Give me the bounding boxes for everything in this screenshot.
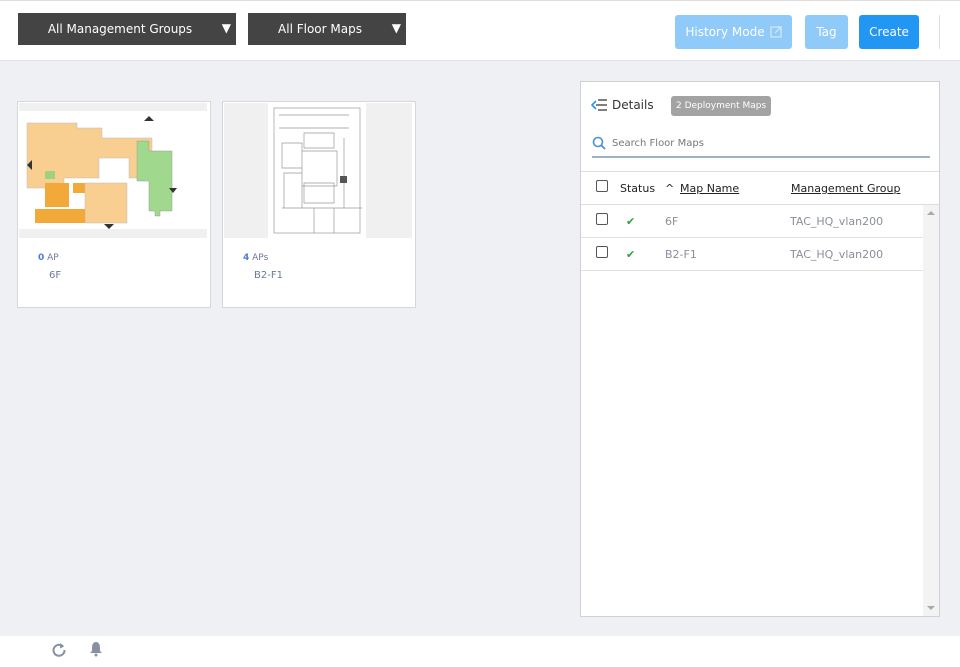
status-check-icon: ✔ [626,215,636,228]
tag-button[interactable]: Tag [805,15,848,49]
column-status[interactable]: Status [620,182,655,195]
deployment-maps-badge: 2 Deployment Maps [671,96,772,116]
select-all-checkbox[interactable] [596,180,608,192]
management-group-cell: TAC_HQ_vlan200 [790,215,884,228]
floor-map-card-6f[interactable]: 0 AP 6F [17,101,211,308]
search-placeholder: Search Floor Maps [612,137,704,149]
map-name: 6F [49,270,62,281]
chevron-down-icon: ▼ [221,21,231,35]
create-button[interactable]: Create [859,15,919,49]
dropdown-label: All Management Groups [47,22,193,36]
table-row[interactable]: ✔ 6F TAC_HQ_vlan200 [581,205,923,238]
map-name-cell[interactable]: 6F [665,215,678,228]
scroll-up-icon [927,211,935,215]
status-check-icon: ✔ [626,248,636,261]
floor-map-thumbnail [19,103,207,238]
external-link-icon [769,26,782,38]
details-toggle[interactable]: Details [591,98,654,112]
dropdown-label: All Floor Maps [278,22,362,36]
row-checkbox[interactable] [596,246,608,258]
scroll-down-icon [927,606,935,610]
divider [939,15,940,49]
collapse-menu-icon [591,99,607,111]
column-management-group[interactable]: Management Group [791,182,900,195]
ap-count: 4 APs [243,253,269,263]
footer-bar [0,636,960,667]
history-mode-button[interactable]: History Mode [675,15,792,49]
table-row[interactable]: ✔ B2-F1 TAC_HQ_vlan200 [581,238,923,271]
floor-map-card-b2-f1[interactable]: 4 APs B2-F1 [222,101,416,308]
management-group-cell: TAC_HQ_vlan200 [790,248,884,261]
history-mode-label: History Mode [685,25,765,39]
row-checkbox[interactable] [596,213,608,225]
column-map-name[interactable]: Map Name [680,182,739,195]
bell-icon[interactable] [89,641,103,657]
search-floor-maps-input[interactable]: Search Floor Maps [592,130,930,158]
management-group-dropdown[interactable]: All Management Groups ▼ [18,13,236,45]
floor-map-thumbnail [224,103,412,238]
refresh-icon[interactable] [51,642,67,658]
ap-count: 0 AP [38,253,59,263]
search-icon [592,136,606,150]
details-panel: Details 2 Deployment Maps Search Floor M… [580,81,940,617]
map-name-cell[interactable]: B2-F1 [665,248,697,261]
scrollbar[interactable] [923,205,939,616]
details-label: Details [612,98,654,112]
map-name: B2-F1 [254,270,283,281]
table-header: Status ^ Map Name Management Group [581,171,939,205]
chevron-down-icon: ▼ [391,21,401,35]
floor-map-dropdown[interactable]: All Floor Maps ▼ [248,13,406,45]
sort-ascending-icon: ^ [665,182,675,195]
top-toolbar: All Management Groups ▼ All Floor Maps ▼ H… [0,0,960,61]
